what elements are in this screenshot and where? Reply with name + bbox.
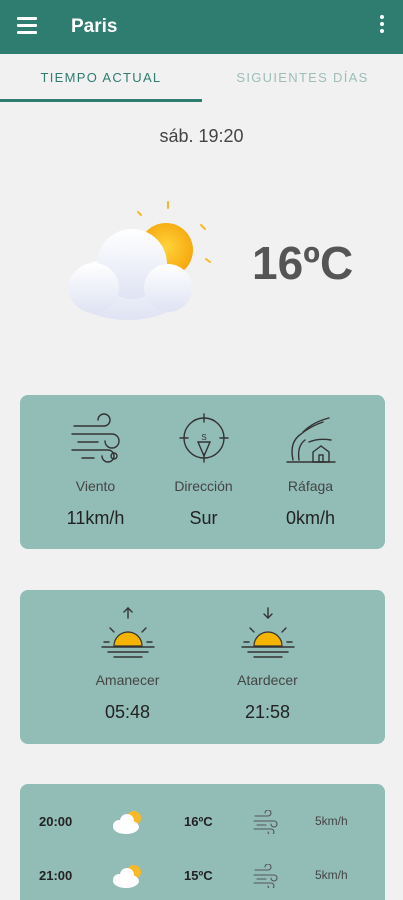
tab-siguientes-dias[interactable]: SIGUIENTES DÍAS — [202, 54, 403, 102]
current-datetime: sáb. 19:20 — [159, 126, 244, 146]
hourly-row: 20:00 16ºC 5km/h — [20, 802, 385, 842]
wind-gust-house-icon — [285, 417, 336, 463]
tab-bar: TIEMPO ACTUAL SIGUIENTES DÍAS — [0, 54, 403, 102]
wind-label: Viento — [75, 478, 116, 494]
direction-label: Dirección — [174, 478, 233, 494]
tab-indicator — [0, 99, 202, 102]
sunrise-label: Amanecer — [95, 672, 160, 688]
hourly-wind-speed: 5km/h — [315, 868, 348, 882]
sunrise-value: 05:48 — [104, 702, 151, 722]
gust-label: Ráfaga — [287, 478, 334, 494]
partly-cloudy-icon — [60, 196, 220, 336]
wind-stat: Viento 11km/h — [48, 412, 143, 529]
gust-stat: Ráfaga 0km/h — [263, 412, 358, 529]
sunset-stat: Atardecer 21:58 — [220, 606, 315, 723]
sunset-value: 21:58 — [244, 702, 291, 722]
gust-value: 0km/h — [285, 508, 336, 528]
partly-cloudy-icon — [113, 811, 141, 834]
hourly-forecast-card: 20:00 16ºC 5km/h 21:00 15ºC 5km/h — [20, 784, 385, 900]
current-temperature: 16ºC — [252, 237, 354, 289]
direction-stat: S Dirección Sur — [156, 412, 251, 529]
compass-direction-icon: S — [178, 413, 229, 463]
more-vert-icon[interactable] — [372, 15, 392, 39]
sunset-label: Atardecer — [237, 672, 298, 688]
hourly-temp: 15ºC — [184, 868, 213, 883]
hourly-time: 20:00 — [39, 814, 73, 829]
sun-card: Amanecer 05:48 Atardecer 21:58 — [20, 590, 385, 744]
wind-icon — [70, 413, 120, 463]
sunrise-icon — [100, 607, 155, 658]
partly-cloudy-icon — [113, 865, 141, 888]
hamburger-menu-icon[interactable] — [17, 17, 37, 37]
direction-value: Sur — [189, 508, 218, 528]
wind-card: Viento 11km/h S Dirección Sur Ráfaga 0km… — [20, 395, 385, 549]
wind-icon — [253, 810, 278, 834]
hourly-temp: 16ºC — [184, 814, 213, 829]
svg-text:S: S — [201, 433, 206, 442]
tab-tiempo-actual[interactable]: TIEMPO ACTUAL — [0, 54, 202, 102]
wind-icon — [253, 864, 278, 888]
city-title: Paris — [71, 16, 118, 37]
hourly-row: 21:00 15ºC 5km/h — [20, 856, 385, 896]
app-bar: Paris — [0, 0, 403, 54]
hourly-wind-speed: 5km/h — [315, 814, 348, 828]
wind-value: 11km/h — [66, 508, 125, 528]
hourly-time: 21:00 — [39, 868, 73, 883]
sunset-icon — [240, 607, 295, 658]
sunrise-stat: Amanecer 05:48 — [80, 606, 175, 723]
